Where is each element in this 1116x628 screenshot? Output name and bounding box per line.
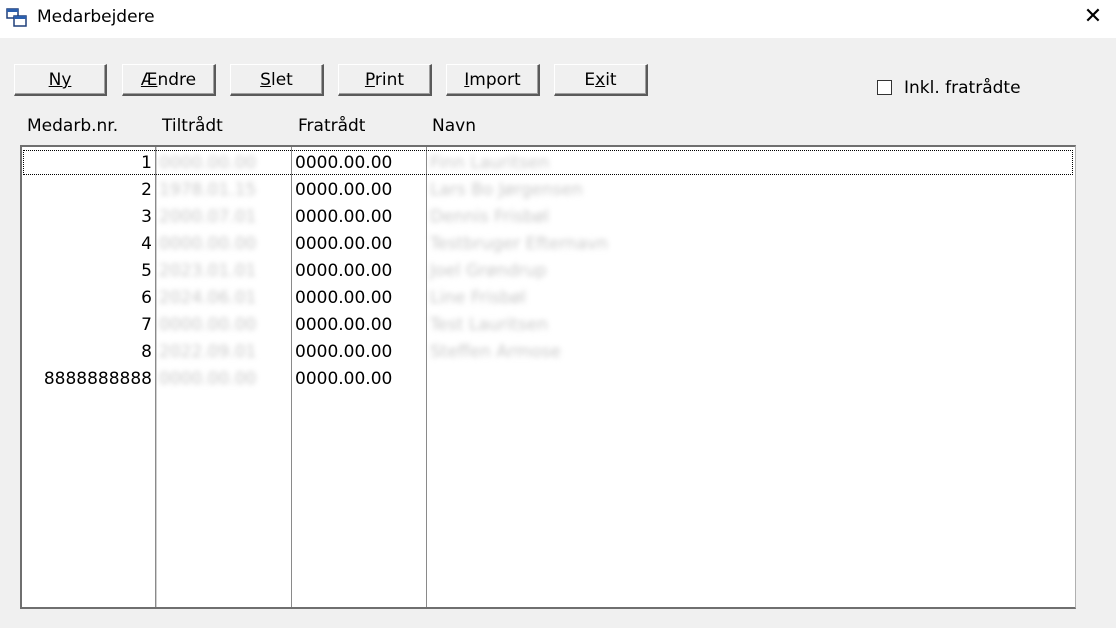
cell-fratraadt: 0000.00.00 [295,180,393,200]
cell-tiltraadt: 0000.00.00 [159,153,257,173]
table-row[interactable]: 7 0000.00.00 0000.00.00 Test Lauritsen [22,311,1074,338]
cell-fratraadt: 0000.00.00 [295,207,393,227]
cell-tiltraadt: 2024.06.01 [159,288,257,308]
cell-fratraadt: 0000.00.00 [295,369,393,389]
exit-button[interactable]: Exit [554,64,648,96]
cell-tiltraadt: 2022.09.01 [159,342,257,362]
cell-tiltraadt: 1978.01.15 [159,180,257,200]
new-button[interactable]: Ny [14,64,107,96]
cell-navn: Dennis Frisbøl [430,207,550,227]
cell-nr: 5 [141,261,152,281]
employee-list[interactable]: 1 0000.00.00 0000.00.00 Finn Lauritsen 2 1978… [20,145,1076,609]
cell-navn: Test Lauritsen [430,315,549,335]
cell-nr: 1 [141,153,152,173]
table-row[interactable]: 3 2000.07.01 0000.00.00 Dennis Frisbøl [22,203,1074,230]
import-button[interactable]: Import [446,64,540,96]
cell-nr: 2 [141,180,152,200]
column-header-tiltraadt: Tiltrådt [162,116,223,136]
cell-navn: Lars Bo Jørgensen [430,180,583,200]
delete-button[interactable]: Slet [230,64,324,96]
edit-button[interactable]: Ændre [122,64,216,96]
cell-nr: 4 [141,234,152,254]
window-title: Medarbejdere [37,7,155,27]
cell-fratraadt: 0000.00.00 [295,261,393,281]
include-resigned-label: Inkl. fratrådte [904,78,1021,98]
table-row[interactable]: 8 2022.09.01 0000.00.00 Steffen Armose [22,338,1074,365]
cell-nr: 7 [141,315,152,335]
cell-navn: Line Frisbøl [430,288,526,308]
column-header-fratraadt: Fratrådt [298,116,366,136]
cell-nr: 8888888888 [43,369,152,389]
cell-tiltraadt: 2023.01.01 [159,261,257,281]
table-row[interactable]: 4 0000.00.00 0000.00.00 Testbruger Efternav… [22,230,1074,257]
table-row[interactable]: 8888888888 0000.00.00 0000.00.00 [22,365,1074,392]
cell-tiltraadt: 0000.00.00 [159,315,257,335]
cell-nr: 3 [141,207,152,227]
cell-nr: 6 [141,288,152,308]
cell-navn: Steffen Armose [430,342,561,362]
table-row[interactable]: 1 0000.00.00 0000.00.00 Finn Lauritsen [22,149,1074,176]
column-header-navn: Navn [432,116,476,136]
app-window-icon [6,8,27,27]
cell-fratraadt: 0000.00.00 [295,288,393,308]
cell-fratraadt: 0000.00.00 [295,315,393,335]
cell-tiltraadt: 0000.00.00 [159,369,257,389]
cell-fratraadt: 0000.00.00 [295,153,393,173]
table-row[interactable]: 6 2024.06.01 0000.00.00 Line Frisbøl [22,284,1074,311]
column-header-nr: Medarb.nr. [27,116,119,136]
cell-tiltraadt: 0000.00.00 [159,234,257,254]
cell-nr: 8 [141,342,152,362]
print-button[interactable]: Print [338,64,432,96]
cell-navn: Testbruger Efternavn [430,234,608,254]
checkbox-square[interactable] [877,80,892,95]
cell-fratraadt: 0000.00.00 [295,234,393,254]
title-bar: Medarbejdere ✕ [0,0,1116,38]
cell-navn: Finn Lauritsen [430,153,550,173]
close-icon[interactable]: ✕ [1082,6,1104,28]
cell-tiltraadt: 2000.07.01 [159,207,257,227]
cell-navn: Joel Grøndrup [430,261,547,281]
cell-fratraadt: 0000.00.00 [295,342,393,362]
table-row[interactable]: 5 2023.01.01 0000.00.00 Joel Grøndrup [22,257,1074,284]
table-row[interactable]: 2 1978.01.15 0000.00.00 Lars Bo Jørgensen [22,176,1074,203]
